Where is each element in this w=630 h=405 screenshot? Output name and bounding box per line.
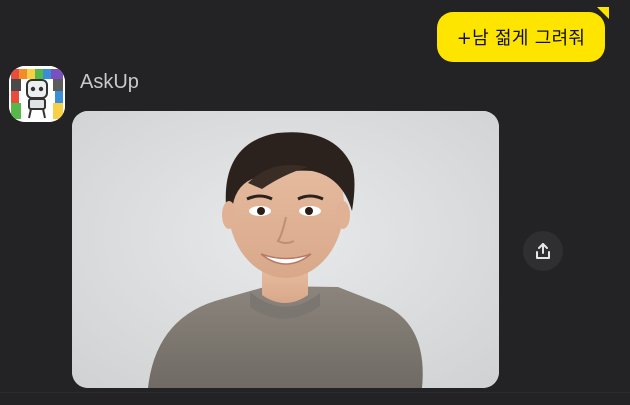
bottom-divider <box>0 392 630 393</box>
sender-name: AskUp <box>80 71 139 93</box>
outgoing-message-bubble[interactable]: +남 젊게 그려줘 <box>437 12 605 62</box>
share-button[interactable] <box>523 231 563 271</box>
robot-avatar-icon <box>9 66 65 122</box>
askup-avatar[interactable] <box>9 66 65 122</box>
generated-image[interactable] <box>72 111 499 388</box>
share-icon <box>536 243 550 259</box>
bubble-tail <box>597 7 609 19</box>
portrait-image <box>72 111 499 388</box>
outgoing-message-text: +남 젊게 그려줘 <box>456 28 586 49</box>
